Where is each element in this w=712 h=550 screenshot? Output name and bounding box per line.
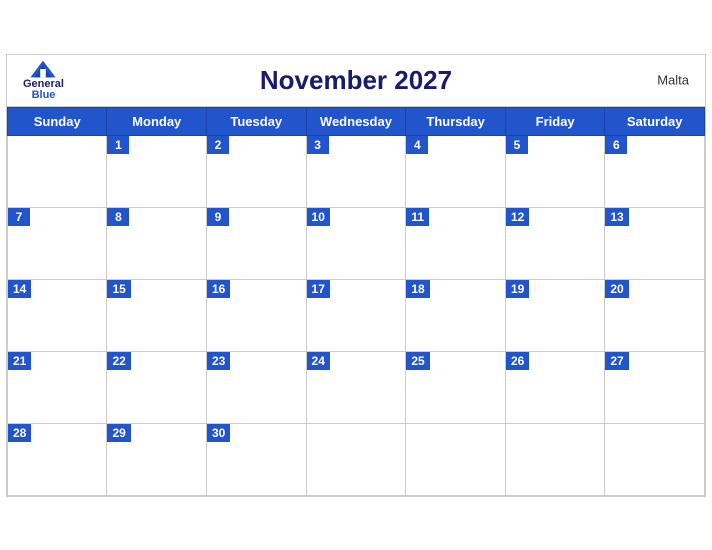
day-number: 29 [107,424,130,442]
day-number: 21 [8,352,31,370]
header-thursday: Thursday [406,107,506,135]
calendar-day-cell: 22 [107,351,207,423]
calendar-day-cell: 28 [8,423,107,495]
calendar-day-cell: 4 [406,135,506,207]
header-tuesday: Tuesday [207,107,307,135]
day-number: 15 [107,280,130,298]
day-number: 26 [506,352,529,370]
calendar-day-cell [306,423,406,495]
calendar-week-row: 7 8 9 10 11 12 13 [8,207,705,279]
day-number: 30 [207,424,230,442]
day-number: 7 [8,208,30,226]
day-number: 19 [506,280,529,298]
day-number: 18 [406,280,429,298]
header-wednesday: Wednesday [306,107,406,135]
day-number: 3 [307,136,329,154]
calendar-day-cell: 14 [8,279,107,351]
calendar-day-cell: 26 [505,351,604,423]
day-number: 23 [207,352,230,370]
calendar-day-cell: 21 [8,351,107,423]
day-number: 10 [307,208,330,226]
calendar-day-cell: 18 [406,279,506,351]
calendar-day-cell: 23 [207,351,307,423]
day-number: 12 [506,208,529,226]
day-number: 17 [307,280,330,298]
logo-blue-text: Blue [32,90,56,101]
header-sunday: Sunday [8,107,107,135]
calendar-week-row: 28 29 30 [8,423,705,495]
calendar-title: November 2027 [260,65,452,96]
calendar-day-cell: 13 [605,207,705,279]
calendar-day-cell: 3 [306,135,406,207]
calendar-day-cell [406,423,506,495]
day-number: 20 [605,280,628,298]
day-number: 9 [207,208,229,226]
calendar-day-cell: 8 [107,207,207,279]
day-number: 1 [107,136,129,154]
calendar-day-cell: 2 [207,135,307,207]
calendar-day-cell: 1 [107,135,207,207]
calendar-day-cell: 15 [107,279,207,351]
calendar-day-cell [605,423,705,495]
day-number: 6 [605,136,627,154]
day-number: 14 [8,280,31,298]
calendar-week-row: 1 2 3 4 5 6 [8,135,705,207]
logo-icon [29,59,57,79]
day-number: 4 [406,136,428,154]
day-number: 5 [506,136,528,154]
calendar-day-cell: 20 [605,279,705,351]
calendar-day-cell: 6 [605,135,705,207]
calendar: General Blue November 2027 Malta Sunday … [6,54,706,497]
header-monday: Monday [107,107,207,135]
day-number: 2 [207,136,229,154]
day-number: 13 [605,208,628,226]
calendar-week-row: 21 22 23 24 25 26 27 [8,351,705,423]
calendar-day-cell: 27 [605,351,705,423]
day-number: 16 [207,280,230,298]
day-number: 27 [605,352,628,370]
header-saturday: Saturday [605,107,705,135]
calendar-table: Sunday Monday Tuesday Wednesday Thursday… [7,107,705,496]
day-number: 8 [107,208,129,226]
calendar-day-cell: 5 [505,135,604,207]
day-number: 11 [406,208,429,226]
calendar-header: General Blue November 2027 Malta [7,55,705,107]
logo: General Blue [23,59,64,101]
day-number: 25 [406,352,429,370]
calendar-day-cell: 7 [8,207,107,279]
calendar-day-cell: 25 [406,351,506,423]
calendar-day-cell [505,423,604,495]
header-friday: Friday [505,107,604,135]
day-number: 28 [8,424,31,442]
day-number: 22 [107,352,130,370]
weekday-header-row: Sunday Monday Tuesday Wednesday Thursday… [8,107,705,135]
calendar-day-cell [8,135,107,207]
country-label: Malta [657,73,689,88]
calendar-day-cell: 9 [207,207,307,279]
calendar-day-cell: 12 [505,207,604,279]
calendar-day-cell: 11 [406,207,506,279]
day-number: 24 [307,352,330,370]
calendar-day-cell: 24 [306,351,406,423]
calendar-week-row: 14 15 16 17 18 19 20 [8,279,705,351]
calendar-day-cell: 19 [505,279,604,351]
calendar-day-cell: 30 [207,423,307,495]
calendar-day-cell: 10 [306,207,406,279]
calendar-day-cell: 16 [207,279,307,351]
calendar-day-cell: 29 [107,423,207,495]
calendar-day-cell: 17 [306,279,406,351]
